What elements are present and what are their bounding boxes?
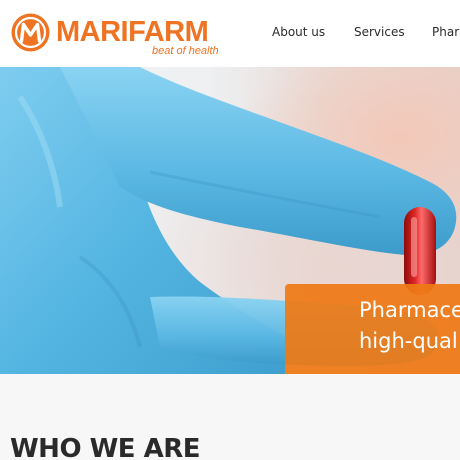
hero-banner: Pharmace high-qual	[0, 67, 460, 374]
hero-caption-line-2: high-qual	[359, 329, 458, 353]
nav-item-services[interactable]: Services	[354, 25, 405, 39]
nav-item-pharm[interactable]: Pharm	[432, 25, 460, 39]
who-we-are-section: WHO WE ARE	[0, 374, 460, 460]
nav-item-about-us[interactable]: About us	[272, 25, 325, 39]
site-header: MARIFARM beat of health About us Service…	[0, 0, 460, 67]
section-title: WHO WE ARE	[10, 434, 201, 460]
red-capsule-icon	[404, 207, 436, 295]
main-nav: About us Services Pharm	[0, 0, 460, 67]
hero-caption: Pharmace high-qual	[285, 284, 460, 374]
hero-caption-line-1: Pharmace	[359, 298, 460, 322]
